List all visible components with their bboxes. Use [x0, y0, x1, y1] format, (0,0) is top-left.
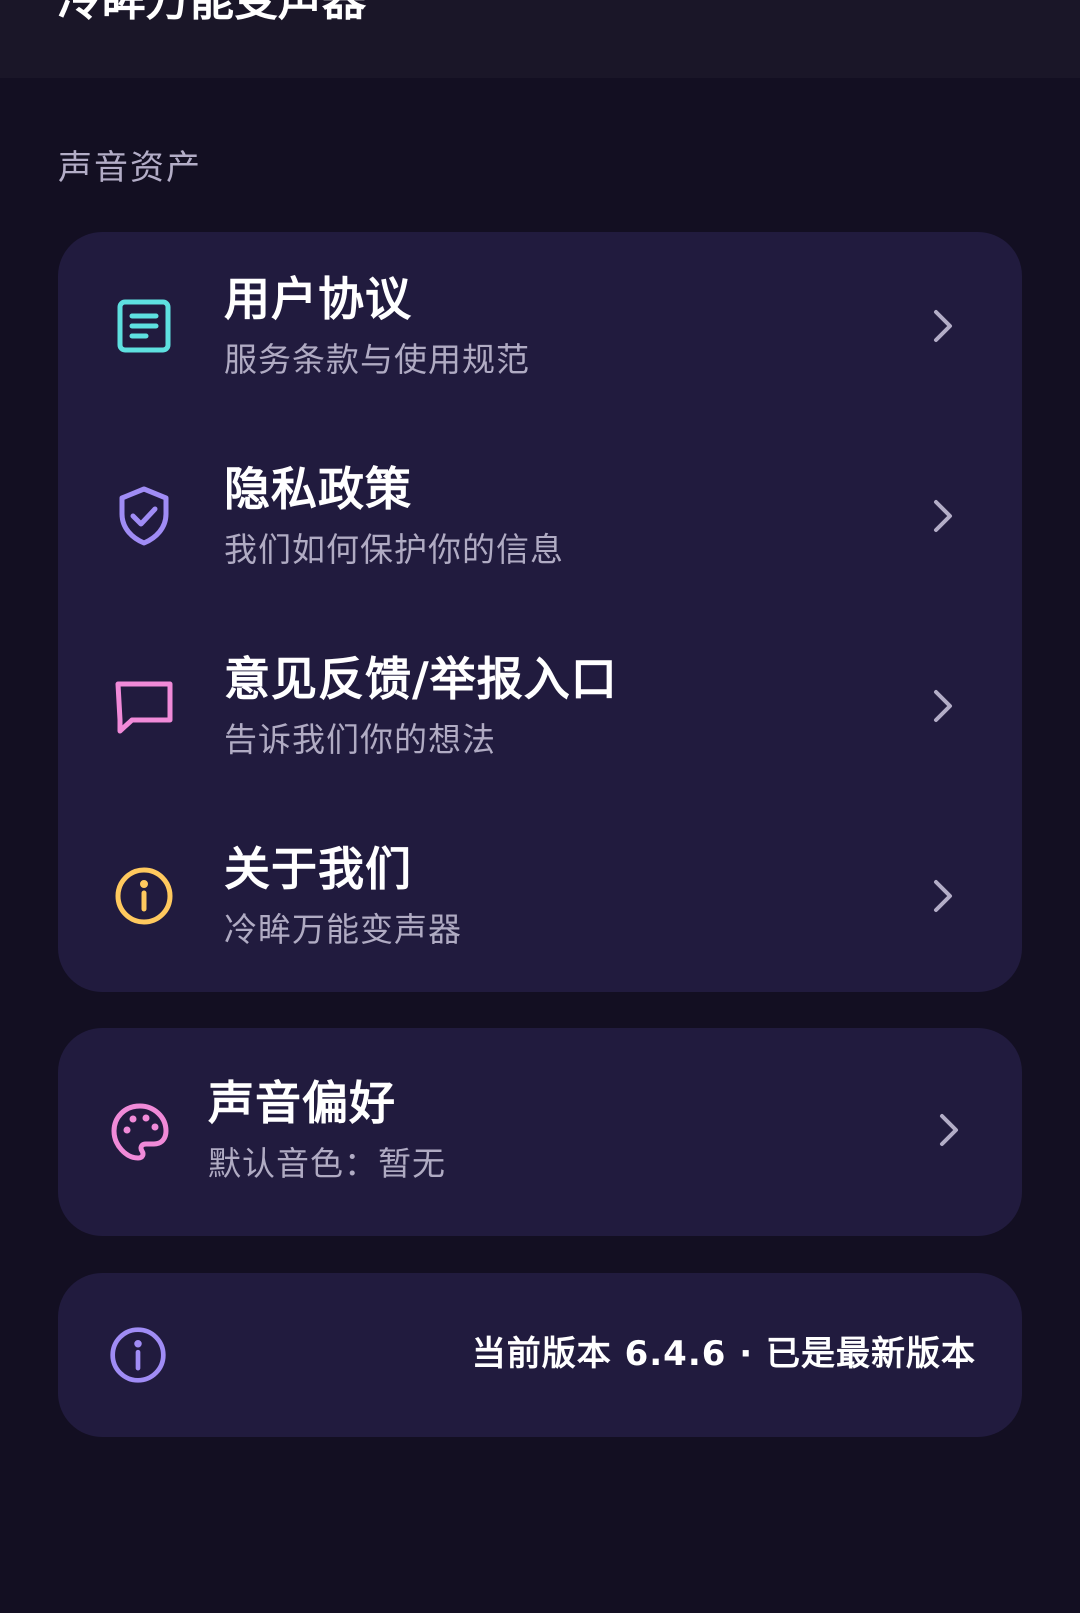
settings-card: 用户协议 服务条款与使用规范 隐私政策 我们如何保护你的信息 意见反馈/举报入口… [58, 232, 1022, 992]
chevron-right-icon [934, 310, 952, 342]
chevron-right-icon [934, 500, 952, 532]
info-icon [115, 867, 173, 925]
menu-item-title: 意见反馈/举报入口 [224, 652, 618, 706]
version-status-text: 当前版本 6.4.6 · 已是最新版本 [471, 1334, 976, 1374]
menu-item-voice-preference[interactable]: 声音偏好 默认音色：暂无 [58, 1028, 1022, 1236]
preference-title: 声音偏好 [208, 1076, 396, 1130]
menu-item-subtitle: 我们如何保护你的信息 [224, 530, 564, 569]
palette-icon [111, 1103, 169, 1161]
menu-item-title: 用户协议 [224, 272, 412, 326]
chevron-right-icon [934, 880, 952, 912]
menu-item-privacy-policy[interactable]: 隐私政策 我们如何保护你的信息 [58, 422, 1022, 612]
menu-item-subtitle: 服务条款与使用规范 [224, 340, 530, 379]
chevron-right-icon [940, 1114, 958, 1146]
app-header: 冷眸万能变声器 [0, 0, 1080, 78]
menu-item-user-agreement[interactable]: 用户协议 服务条款与使用规范 [58, 232, 1022, 422]
message-icon [115, 681, 173, 734]
app-title: 冷眸万能变声器 [58, 0, 366, 26]
preference-subtitle: 默认音色：暂无 [208, 1144, 446, 1183]
menu-item-title: 隐私政策 [224, 462, 412, 516]
info-icon [110, 1327, 166, 1383]
chevron-right-icon [934, 690, 952, 722]
menu-item-feedback[interactable]: 意见反馈/举报入口 告诉我们你的想法 [58, 612, 1022, 802]
shield-check-icon [119, 486, 169, 546]
menu-item-subtitle: 冷眸万能变声器 [224, 910, 462, 949]
menu-item-subtitle: 告诉我们你的想法 [224, 720, 496, 759]
menu-item-title: 关于我们 [224, 842, 412, 896]
document-icon [117, 299, 171, 353]
section-title: 声音资产 [58, 148, 202, 188]
voice-preference-card: 声音偏好 默认音色：暂无 [58, 1028, 1022, 1236]
menu-item-about-us[interactable]: 关于我们 冷眸万能变声器 [58, 802, 1022, 992]
version-card: 当前版本 6.4.6 · 已是最新版本 [58, 1273, 1022, 1437]
